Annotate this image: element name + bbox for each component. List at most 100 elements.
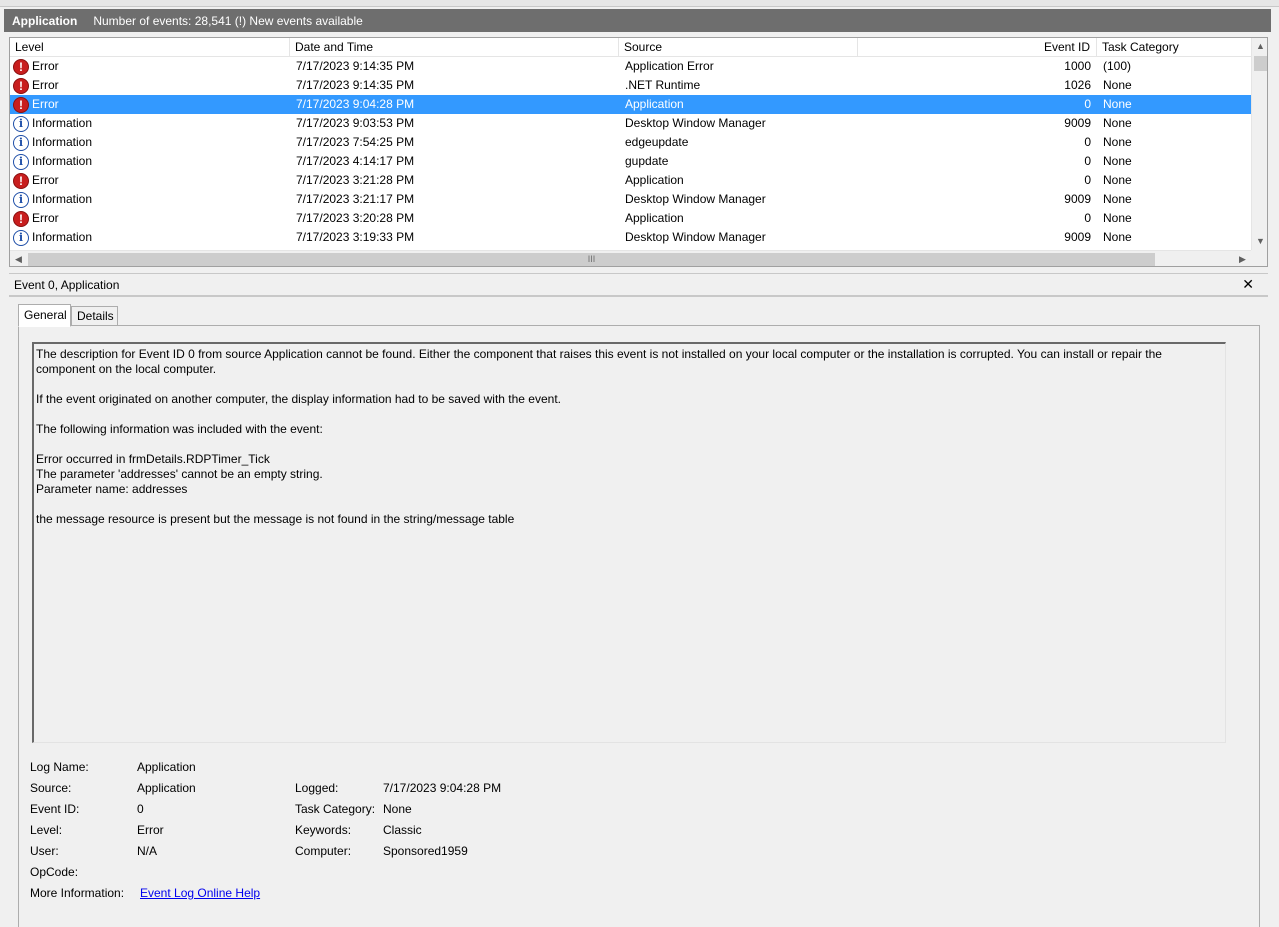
table-row[interactable]: i Information 7/17/2023 3:21:17 PM Desktop … [10, 190, 1251, 209]
table-row[interactable]: ! Error 7/17/2023 3:20:28 PM Application 0 No… [10, 209, 1251, 228]
detail-title: Event 0, Application [14, 278, 120, 292]
vertical-scroll-thumb[interactable] [1254, 56, 1267, 71]
logged-value: 7/17/2023 9:04:28 PM [383, 781, 502, 795]
task-category-cell: (100) [1103, 59, 1132, 73]
source-cell: Application [625, 97, 684, 111]
datetime-cell: 7/17/2023 4:14:17 PM [296, 154, 415, 168]
log-header-bar: Application Number of events: 28,541 (!)… [4, 9, 1271, 32]
level-cell: i Information [13, 133, 288, 152]
task-category-cell: None [1103, 230, 1132, 244]
scroll-up-icon[interactable]: ▲ [1252, 38, 1267, 55]
task-category-cell: None [1103, 173, 1132, 187]
vertical-scrollbar[interactable]: ▲ ▼ [1251, 38, 1267, 250]
table-row[interactable]: i Information 7/17/2023 3:19:33 PM Desktop … [10, 228, 1251, 247]
column-event-id[interactable]: Event ID [858, 38, 1097, 57]
source-value: Application [137, 781, 196, 795]
level-cell: i Information [13, 152, 288, 171]
event-id-cell: 0 [1084, 135, 1091, 149]
information-icon: i [13, 153, 29, 170]
source-label: Source: [30, 781, 72, 795]
column-task-category[interactable]: Task Category [1097, 38, 1251, 57]
level-cell: i Information [13, 228, 288, 247]
table-row[interactable]: ! Error 7/17/2023 3:21:28 PM Application 0 No… [10, 171, 1251, 190]
scroll-down-icon[interactable]: ▼ [1252, 233, 1267, 250]
datetime-cell: 7/17/2023 9:04:28 PM [296, 97, 415, 111]
level-cell: ! Error [13, 209, 288, 228]
level-text: Error [32, 211, 59, 225]
table-row[interactable]: i Information 7/17/2023 9:03:53 PM Desktop … [10, 114, 1251, 133]
logged-label: Logged: [295, 781, 339, 795]
task-category-cell: None [1103, 135, 1132, 149]
column-level[interactable]: Level [10, 38, 290, 57]
level-text: Information [32, 116, 93, 130]
datetime-cell: 7/17/2023 3:21:17 PM [296, 192, 415, 206]
level-text: Information [32, 230, 93, 244]
level-text: Information [32, 192, 93, 206]
event-list[interactable]: Level Date and Time Source Event ID Task… [9, 37, 1268, 267]
level-text: Error [32, 78, 59, 92]
computer-value: Sponsored1959 [383, 844, 468, 858]
event-log-online-help-link[interactable]: Event Log Online Help [140, 886, 260, 900]
close-icon[interactable]: ✕ [1242, 276, 1254, 293]
task-category-cell: None [1103, 97, 1132, 111]
horizontal-scrollbar[interactable]: ◀ III ▶ [10, 250, 1251, 266]
table-row[interactable]: i Information 7/17/2023 4:14:17 PM gupdate 0… [10, 152, 1251, 171]
event-description[interactable]: The description for Event ID 0 from sour… [32, 342, 1226, 743]
task-category-cell: None [1103, 192, 1132, 206]
computer-label: Computer: [295, 844, 352, 858]
source-cell: Application [625, 211, 684, 225]
datetime-cell: 7/17/2023 9:14:35 PM [296, 78, 415, 92]
event-id-cell: 0 [1084, 173, 1091, 187]
column-source[interactable]: Source [619, 38, 858, 57]
scroll-right-icon[interactable]: ▶ [1234, 251, 1251, 266]
user-label: User: [30, 844, 59, 858]
table-row[interactable]: ! Error 7/17/2023 9:14:35 PM Application Er… [10, 57, 1251, 76]
source-cell: gupdate [625, 154, 669, 168]
information-icon: i [13, 229, 29, 246]
event-id-cell: 9009 [1064, 230, 1091, 244]
horizontal-scroll-thumb[interactable]: III [28, 253, 1155, 266]
more-information-label: More Information: [30, 886, 125, 900]
description-paragraph: The following information was included w… [36, 422, 323, 436]
tab-details[interactable]: Details [71, 306, 118, 326]
table-row[interactable]: ! Error 7/17/2023 9:14:35 PM .NET Runtime 10… [10, 76, 1251, 95]
task-category-label: Task Category: [295, 802, 376, 816]
event-id-cell: 0 [1084, 154, 1091, 168]
task-category-cell: None [1103, 78, 1132, 92]
error-icon: ! [13, 58, 29, 75]
event-id-value: 0 [137, 802, 144, 816]
source-cell: Desktop Window Manager [625, 192, 766, 206]
table-row[interactable]: i Information 7/17/2023 7:54:25 PM edgeupda… [10, 133, 1251, 152]
level-cell: ! Error [13, 76, 288, 95]
description-paragraph: the message resource is present but the … [36, 512, 515, 526]
level-cell: i Information [13, 190, 288, 209]
window-top-strip [0, 0, 1279, 7]
level-text: Information [32, 135, 93, 149]
error-icon: ! [13, 172, 29, 189]
table-row[interactable]: ! Error 7/17/2023 9:04:28 PM Application 0 No… [10, 95, 1251, 114]
tab-general[interactable]: General [18, 304, 71, 327]
column-date-time[interactable]: Date and Time [290, 38, 619, 57]
level-cell: i Information [13, 114, 288, 133]
error-icon: ! [13, 77, 29, 94]
level-cell: ! Error [13, 57, 288, 76]
level-text: Error [32, 97, 59, 111]
source-cell: Application [625, 173, 684, 187]
event-count: Number of events: 28,541 (!) New events … [93, 13, 363, 28]
datetime-cell: 7/17/2023 7:54:25 PM [296, 135, 415, 149]
level-text: Information [32, 154, 93, 168]
datetime-cell: 7/17/2023 3:20:28 PM [296, 211, 415, 225]
datetime-cell: 7/17/2023 3:21:28 PM [296, 173, 415, 187]
description-paragraph: If the event originated on another compu… [36, 392, 561, 406]
scroll-corner [1251, 250, 1267, 266]
scroll-left-icon[interactable]: ◀ [10, 251, 27, 266]
source-cell: Desktop Window Manager [625, 230, 766, 244]
keywords-label: Keywords: [295, 823, 352, 837]
grip-icon: III [587, 254, 596, 264]
error-icon: ! [13, 210, 29, 227]
source-cell: edgeupdate [625, 135, 689, 149]
log-name-value: Application [137, 760, 196, 774]
description-paragraph: The description for Event ID 0 from sour… [36, 347, 1166, 376]
level-cell: ! Error [13, 171, 288, 190]
datetime-cell: 7/17/2023 9:14:35 PM [296, 59, 415, 73]
